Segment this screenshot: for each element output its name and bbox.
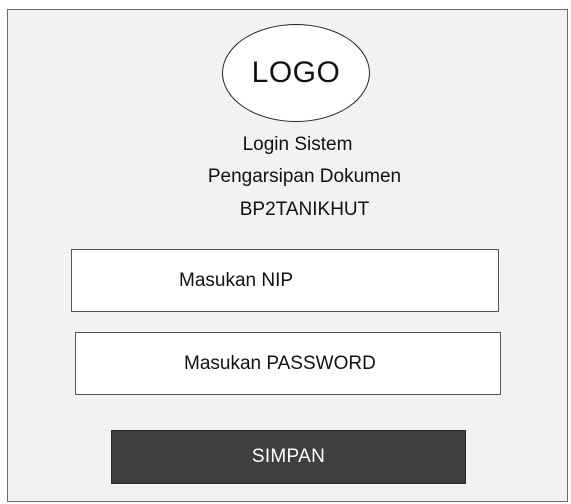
login-title-line-1: Login Sistem [242,134,353,155]
login-title-line-3: BP2TANIKHUT [239,199,370,220]
password-placeholder: Masukan PASSWORD [184,352,376,374]
save-button[interactable]: SIMPAN [111,430,466,484]
nip-input[interactable]: Masukan NIP [71,249,499,312]
logo: LOGO [222,24,370,122]
nip-placeholder: Masukan NIP [179,269,294,291]
password-input[interactable]: Masukan PASSWORD [75,332,501,395]
save-button-label: SIMPAN [251,446,326,467]
login-title-line-2: Pengarsipan Dokumen [207,166,402,187]
logo-text: LOGO [251,56,341,89]
